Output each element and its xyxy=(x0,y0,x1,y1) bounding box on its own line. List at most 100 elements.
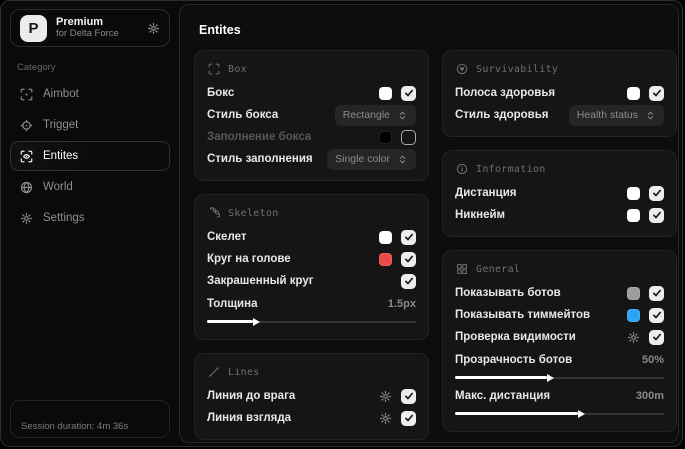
grid-icon xyxy=(456,263,468,275)
setting-label: Круг на голове xyxy=(207,253,291,265)
slider-value: 50% xyxy=(641,354,664,366)
sidebar-item-settings[interactable]: Settings xyxy=(10,203,170,233)
section-card: Information Дистанция Никнейм xyxy=(442,150,677,237)
checkbox[interactable] xyxy=(401,273,416,289)
setting-label: Прозрачность ботов xyxy=(455,354,573,366)
checkbox[interactable] xyxy=(649,185,664,201)
sidebar-item-aimbot[interactable]: Aimbot xyxy=(10,79,170,109)
checkbox[interactable] xyxy=(649,329,664,345)
sidebar-item-label: Entites xyxy=(43,150,79,162)
section-header: Skeleton xyxy=(208,207,416,219)
slider[interactable] xyxy=(455,409,664,418)
setting-label: Скелет xyxy=(207,231,247,243)
scan-icon xyxy=(20,88,33,101)
section-title: Box xyxy=(228,63,247,75)
checkbox[interactable] xyxy=(649,307,664,323)
setting-row: Показывать ботов xyxy=(455,282,664,304)
color-swatch[interactable] xyxy=(379,252,392,266)
color-swatch[interactable] xyxy=(627,208,640,222)
setting-label: Стиль заполнения xyxy=(207,153,313,165)
slider[interactable] xyxy=(207,317,416,326)
sidebar-item-label: Settings xyxy=(43,212,85,224)
color-swatch[interactable] xyxy=(379,130,392,144)
setting-label: Стиль бокса xyxy=(207,109,279,121)
checkbox[interactable] xyxy=(401,388,416,404)
section-card: Lines Линия до врага Линия взгляда xyxy=(194,353,429,440)
slider-thumb[interactable] xyxy=(252,317,260,326)
color-swatch[interactable] xyxy=(627,186,640,200)
app-window: P Premium for Delta Force Category Aimbo… xyxy=(0,0,683,447)
checkbox[interactable] xyxy=(401,410,416,426)
app-title-block: Premium for Delta Force xyxy=(56,16,119,40)
color-swatch[interactable] xyxy=(627,308,640,322)
bone-icon xyxy=(208,207,220,219)
setting-label: Толщина xyxy=(207,298,258,310)
session-duration-label: Session duration: 4m 36s xyxy=(21,421,129,432)
color-swatch[interactable] xyxy=(379,230,392,244)
sidebar-item-entites[interactable]: Entites xyxy=(10,141,170,171)
slider-setting: Толщина 1.5px xyxy=(207,293,416,326)
unfold-icon xyxy=(645,110,656,121)
checkbox[interactable] xyxy=(401,85,416,101)
sidebar-item-label: Trigget xyxy=(43,119,79,131)
setting-row: Стиль заполнения Single color xyxy=(207,148,416,170)
dropdown-value: Rectangle xyxy=(342,109,390,121)
gear-icon xyxy=(20,212,33,225)
setting-label: Дистанция xyxy=(455,187,517,199)
slider-thumb[interactable] xyxy=(578,409,586,418)
dropdown[interactable]: Rectangle xyxy=(334,104,416,126)
unfold-icon xyxy=(397,154,408,165)
setting-label: Показывать тиммейтов xyxy=(455,309,591,321)
slider-setting: Прозрачность ботов 50% xyxy=(455,349,664,382)
checkbox[interactable] xyxy=(649,207,664,223)
app-title: Premium xyxy=(56,16,104,29)
sidebar-item-label: World xyxy=(43,181,73,193)
section-header: General xyxy=(456,263,664,275)
color-swatch[interactable] xyxy=(627,86,640,100)
box-corners-icon xyxy=(208,63,220,75)
slider-thumb[interactable] xyxy=(546,373,554,382)
slider[interactable] xyxy=(455,373,664,382)
session-duration-box: Session duration: 4m 36s xyxy=(10,400,170,438)
setting-label: Стиль здоровья xyxy=(455,109,549,121)
setting-row: Линия до врага xyxy=(207,385,416,407)
sidebar-item-world[interactable]: World xyxy=(10,172,170,202)
dropdown[interactable]: Single color xyxy=(327,148,416,170)
color-swatch[interactable] xyxy=(379,86,392,100)
gear-icon[interactable] xyxy=(379,412,392,425)
category-label: Category xyxy=(17,62,56,73)
heart-circle-icon xyxy=(456,63,468,75)
section-card: Survivability Полоса здоровья Стиль здоров… xyxy=(442,50,677,137)
dropdown[interactable]: Health status xyxy=(568,104,664,126)
gear-icon[interactable] xyxy=(627,331,640,344)
settings-column: Box Бокс Стиль бокса Rectangle Заполнение бо… xyxy=(194,50,429,440)
setting-row: Дистанция xyxy=(455,182,664,204)
slider-value: 1.5px xyxy=(387,298,416,310)
setting-row: Линия взгляда xyxy=(207,407,416,429)
sidebar-item-trigget[interactable]: Trigget xyxy=(10,110,170,140)
gear-icon[interactable] xyxy=(147,22,160,35)
app-subtitle: for Delta Force xyxy=(56,27,119,39)
checkbox[interactable] xyxy=(401,129,416,145)
setting-row: Полоса здоровья xyxy=(455,82,664,104)
section-title: Survivability xyxy=(476,63,559,75)
setting-row: Заполнение бокса xyxy=(207,126,416,148)
checkbox[interactable] xyxy=(401,229,416,245)
checkbox[interactable] xyxy=(649,85,664,101)
setting-row: Стиль здоровья Health status xyxy=(455,104,664,126)
setting-label: Проверка видимости xyxy=(455,331,576,343)
section-title: Skeleton xyxy=(228,207,279,219)
settings-column: Survivability Полоса здоровья Стиль здоров… xyxy=(442,50,677,440)
setting-label: Макс. дистанция xyxy=(455,390,551,402)
setting-row: Бокс xyxy=(207,82,416,104)
gear-icon[interactable] xyxy=(379,390,392,403)
eye-scan-icon xyxy=(20,150,33,163)
setting-row: Круг на голове xyxy=(207,248,416,270)
section-card: Skeleton Скелет Круг на голове Закрашенный … xyxy=(194,194,429,340)
main-panel: Entites Box Бокс Стиль бокса Rectangle Запол… xyxy=(179,4,679,443)
color-swatch[interactable] xyxy=(627,286,640,300)
setting-row: Закрашенный круг xyxy=(207,270,416,292)
checkbox[interactable] xyxy=(649,285,664,301)
checkbox[interactable] xyxy=(401,251,416,267)
info-icon xyxy=(456,163,468,175)
